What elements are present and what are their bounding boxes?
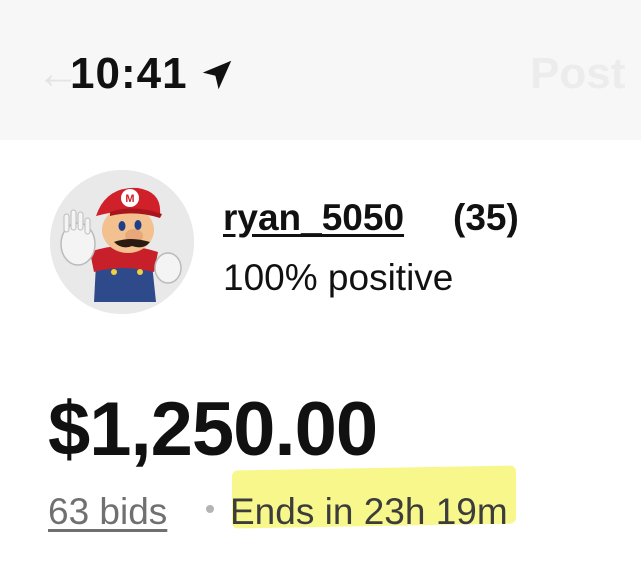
status-time: 10:41 — [70, 49, 188, 98]
status-bar: ← 10:41 Post — [0, 0, 641, 140]
svg-text:M: M — [125, 193, 134, 205]
seller-username-link[interactable]: ryan_5050 — [223, 197, 404, 239]
bids-link[interactable]: 63 bids — [48, 491, 167, 533]
seller-feedback-count: (35) — [453, 197, 519, 238]
listing-price: $1,250.00 — [48, 387, 378, 472]
nav-right-label[interactable]: Post — [530, 52, 625, 96]
separator-dot — [206, 505, 214, 513]
ends-in-text: Ends in 23h 19m — [230, 491, 508, 532]
mario-avatar-image: M — [50, 170, 194, 314]
location-arrow-icon — [202, 60, 232, 90]
seller-avatar[interactable]: M — [50, 170, 194, 314]
seller-feedback-percent: 100% positive — [223, 257, 454, 298]
